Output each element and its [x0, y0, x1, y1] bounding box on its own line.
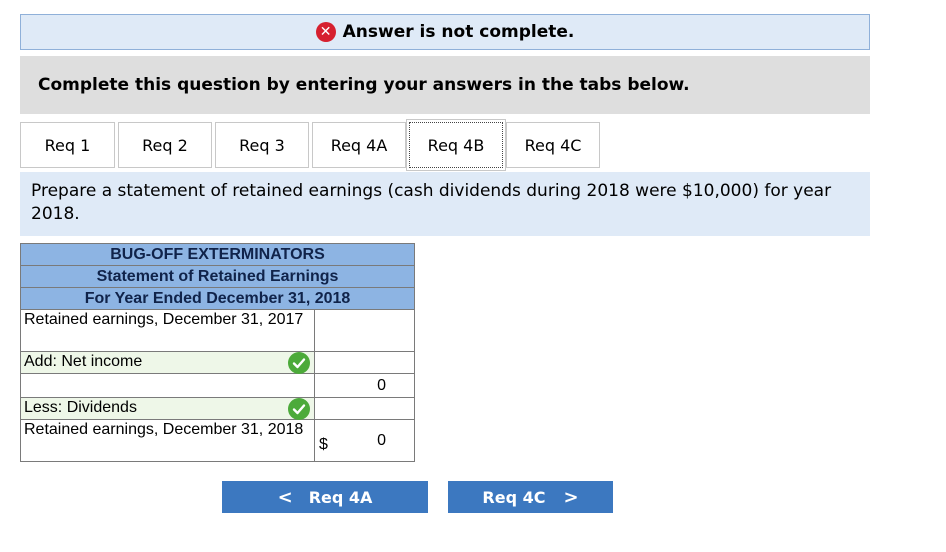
row-value-net-income[interactable] — [314, 351, 415, 374]
row-label-subtotal[interactable] — [20, 373, 315, 398]
next-req-button[interactable]: Req 4C > — [448, 481, 613, 513]
check-icon — [288, 352, 310, 374]
chevron-right-icon: > — [563, 486, 579, 508]
tab-req-4c[interactable]: Req 4C — [506, 122, 600, 168]
row-value-subtotal[interactable]: 0 — [314, 373, 415, 398]
banner-text: Answer is not complete. — [342, 22, 575, 42]
chevron-left-icon: < — [277, 486, 293, 508]
question-prompt: Prepare a statement of retained earnings… — [20, 172, 870, 236]
x-circle-icon: ✕ — [315, 22, 336, 42]
next-req-label: Req 4C — [482, 487, 546, 507]
prev-req-button[interactable]: < Req 4A — [222, 481, 428, 513]
instructions-bar: Complete this question by entering your … — [20, 56, 870, 114]
statement-title: Statement of Retained Earnings — [20, 265, 415, 288]
retained-earnings-statement: BUG-OFF EXTERMINATORS Statement of Retai… — [20, 243, 415, 462]
tab-req-1[interactable]: Req 1 — [20, 122, 115, 168]
row-label-ending-re[interactable]: Retained earnings, December 31, 2018 — [20, 419, 315, 462]
tab-req-2[interactable]: Req 2 — [118, 122, 212, 168]
row-label-net-income[interactable]: Add: Net income — [20, 351, 315, 374]
row-value-dividends[interactable] — [314, 397, 415, 420]
row-label-dividends[interactable]: Less: Dividends — [20, 397, 315, 420]
row-label-beginning-re[interactable]: Retained earnings, December 31, 2017 — [20, 309, 315, 352]
company-name: BUG-OFF EXTERMINATORS — [20, 243, 415, 266]
prev-req-label: Req 4A — [308, 487, 373, 507]
statement-period: For Year Ended December 31, 2018 — [20, 287, 415, 310]
currency-symbol: $ — [319, 436, 328, 453]
check-icon — [288, 398, 310, 420]
tab-bar: Req 1 Req 2 Req 3 Req 4A Req 4B Req 4C — [20, 119, 603, 171]
tab-req-3[interactable]: Req 3 — [215, 122, 309, 168]
instructions-text: Complete this question by entering your … — [38, 75, 690, 95]
answer-status-banner: ✕ Answer is not complete. — [20, 14, 870, 50]
row-value-beginning-re[interactable] — [314, 309, 415, 352]
tab-req-4a[interactable]: Req 4A — [312, 122, 406, 168]
tab-req-4b[interactable]: Req 4B — [406, 119, 506, 171]
row-value-ending-re[interactable]: $ 0 — [314, 419, 415, 462]
